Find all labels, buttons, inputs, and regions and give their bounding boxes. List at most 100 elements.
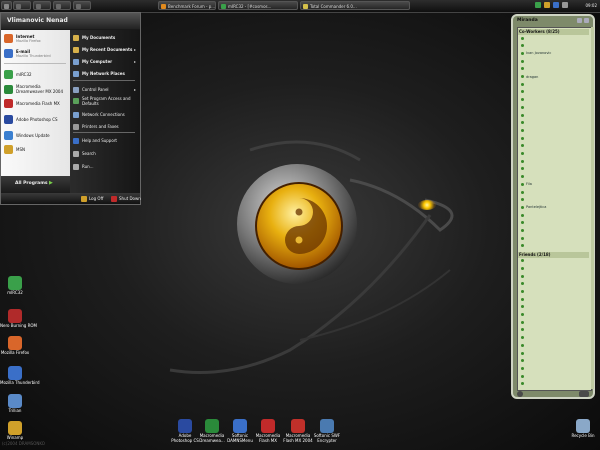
start-menu-place[interactable]: Search [73,149,137,159]
contact-item[interactable] [521,59,587,63]
contact-item[interactable] [521,144,587,148]
contact-item[interactable] [521,229,587,233]
contact-item[interactable] [521,190,587,194]
taskbar-button[interactable]: Benchmark Forum - p... [158,1,216,10]
dock-icon[interactable]: Adobe Photoshop CS [170,419,200,443]
recent-program[interactable]: MSN [4,144,68,156]
taskbar-button[interactable] [73,1,91,10]
dock-icon[interactable]: Softonic SWF Encrypter [312,419,342,443]
dock-icon[interactable]: Macromedia Flash MX 2004 [283,419,313,443]
desktop-icon[interactable]: Trillian [0,394,30,413]
group-header[interactable]: Friends (2/18) [518,251,589,258]
contact-list[interactable]: Co-Workers (8/25) Ivan Jovanovic dragan Fil… [517,27,592,391]
contact-item[interactable] [521,113,587,117]
contact-item[interactable] [521,297,587,301]
contact-item[interactable] [521,121,587,125]
pinned-internet[interactable]: Internet Mozilla Firefox [4,33,68,45]
contact-item[interactable]: dragan [521,75,587,79]
contact-item[interactable] [521,266,587,270]
contact-item[interactable] [521,366,587,370]
contact-item[interactable] [521,351,587,355]
contact-item[interactable] [521,198,587,202]
recent-program[interactable]: Macromedia Flash MX [4,98,68,110]
contact-item[interactable] [521,305,587,309]
contact-item[interactable]: Ivan Jovanovic [521,51,587,55]
clock[interactable]: 09:02 [585,2,597,10]
group-header[interactable]: Co-Workers (8/25) [518,29,589,35]
contact-item[interactable] [521,313,587,317]
status-button[interactable] [579,391,589,397]
contact-item[interactable] [521,359,587,363]
start-button[interactable] [1,1,12,10]
desktop-icon[interactable]: Nero Burning ROM [0,309,37,328]
contact-item[interactable] [521,159,587,163]
tray-icon[interactable] [544,2,550,8]
contact-item[interactable] [521,320,587,324]
start-menu-place[interactable]: Printers and Faxes [73,122,137,132]
volume-icon[interactable] [562,2,568,8]
contact-item[interactable] [521,336,587,340]
recent-program[interactable]: Adobe Photoshop CS [4,114,68,126]
scrollbar[interactable] [591,27,594,389]
contact-item[interactable] [521,128,587,132]
contact-item[interactable] [521,105,587,109]
contact-item[interactable] [521,67,587,71]
recycle-bin-icon[interactable]: Recycle Bin [568,419,598,438]
contact-item[interactable] [521,282,587,286]
desktop-icon[interactable]: Winamp [0,421,30,440]
contact-item[interactable] [521,36,587,40]
contact-item[interactable]: Fila [521,182,587,186]
contact-item[interactable] [521,213,587,217]
start-menu-place[interactable]: Set Program Access and Defaults [73,96,137,106]
start-menu-place[interactable]: Control Panel ▸ [73,85,137,95]
all-programs-button[interactable]: All Programs ▶ [1,176,70,193]
close-icon[interactable] [584,18,589,23]
taskbar-button[interactable] [13,1,31,10]
contact-item[interactable] [521,374,587,378]
taskbar-button[interactable] [33,1,51,10]
pinned-email[interactable]: E-mail Mozilla Thunderbird [4,48,68,60]
contact-item[interactable] [521,244,587,248]
contact-item[interactable] [521,136,587,140]
dock-icon[interactable]: Macromedia Dreamwea... [197,419,227,443]
contact-item[interactable] [521,152,587,156]
contact-item[interactable] [521,175,587,179]
shut-down-button[interactable]: Shut Down [111,195,141,203]
desktop-icon[interactable]: Mozilla Firefox [0,336,30,355]
desktop-icon[interactable]: mIRC32 [0,276,30,295]
contact-item[interactable] [521,328,587,332]
taskbar-button[interactable]: mIRC32 - [#cosmos... [218,1,298,10]
contact-item[interactable] [521,98,587,102]
menu-button[interactable] [517,391,523,397]
contact-item[interactable] [521,90,587,94]
contact-item[interactable] [521,82,587,86]
contact-item[interactable] [521,236,587,240]
contact-item[interactable] [521,343,587,347]
recent-program[interactable]: mIRC32 [4,69,68,81]
dock-icon[interactable]: Macromedia Flash MX [253,419,283,443]
contact-item[interactable] [521,221,587,225]
contact-item[interactable] [521,259,587,263]
contact-item[interactable]: Pantelejtica [521,205,587,209]
contact-item[interactable] [521,167,587,171]
log-off-button[interactable]: Log Off [81,195,103,203]
contact-item[interactable] [521,382,587,386]
start-menu-place[interactable]: Help and Support [73,136,137,146]
recent-program[interactable]: Macromedia Dreamweaver MX 2004 [4,84,68,96]
contact-item[interactable] [521,44,587,48]
tray-icon[interactable] [535,2,541,8]
recent-program[interactable]: Windows Update [4,130,68,142]
start-menu-place[interactable]: Network Connections [73,110,137,120]
start-menu-place[interactable]: Run... [73,162,137,172]
start-menu-place[interactable]: My Computer ▸ [73,57,137,67]
start-menu-place[interactable]: My Documents [73,33,137,43]
dock-icon[interactable]: Softonic DAMNSMenu [225,419,255,443]
contact-item[interactable] [521,274,587,278]
start-menu-place[interactable]: My Recent Documents ▸ [73,45,137,55]
start-menu-place[interactable]: My Network Places [73,69,137,79]
taskbar-button[interactable]: Total Commander 6.0... [300,1,410,10]
contact-item[interactable] [521,289,587,293]
tray-icon[interactable] [553,2,559,8]
minimize-icon[interactable] [577,18,582,23]
taskbar-button[interactable] [53,1,71,10]
